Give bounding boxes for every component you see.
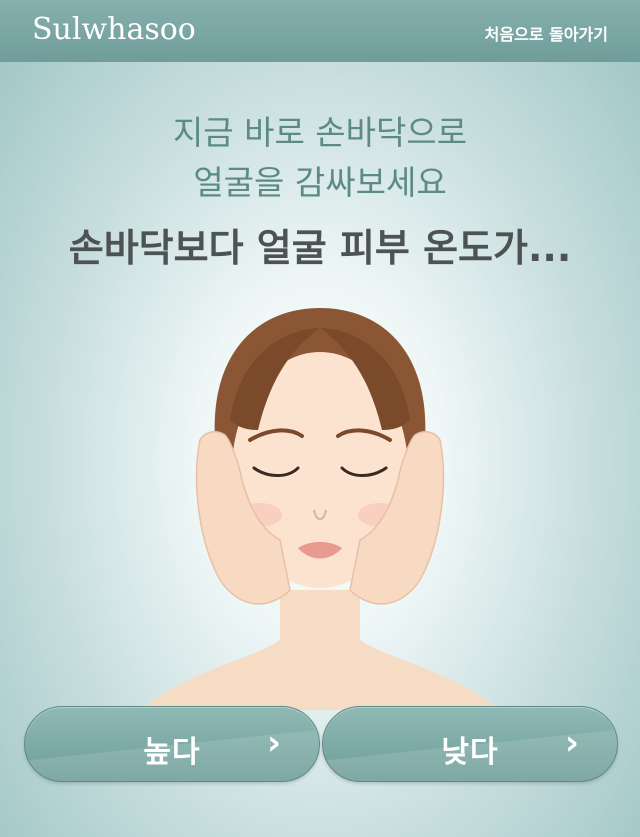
- header-bar: Sulwhasoo 처음으로 돌아가기: [0, 0, 640, 62]
- chevron-right-icon: ›: [564, 723, 579, 763]
- back-to-start-link[interactable]: 처음으로 돌아가기: [485, 21, 608, 45]
- instruction-line-1: 지금 바로 손바닥으로: [172, 113, 468, 152]
- higher-button[interactable]: 높다 ›: [24, 706, 320, 782]
- brand-logo[interactable]: Sulwhasoo: [32, 12, 196, 47]
- woman-face-hands-illustration: [140, 308, 500, 710]
- instruction-line-2: 얼굴을 감싸보세요: [193, 163, 447, 202]
- question-headline: 손바닥보다 얼굴 피부 온도가...: [68, 226, 572, 270]
- lower-button[interactable]: 낮다 ›: [322, 706, 618, 782]
- chevron-right-icon: ›: [266, 723, 281, 763]
